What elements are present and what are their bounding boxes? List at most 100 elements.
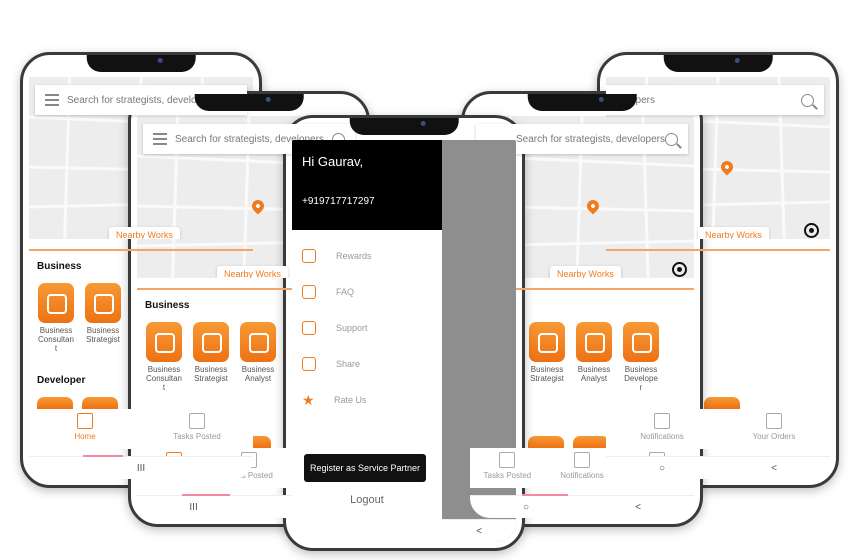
bell-icon — [654, 413, 670, 429]
service-card-analyst[interactable]: Business Analyst — [239, 322, 277, 392]
home-indicator — [182, 494, 230, 496]
service-label: Business Consultan t — [37, 326, 75, 353]
strategist-icon — [193, 322, 229, 362]
service-label: Business Develope r — [624, 365, 658, 392]
system-nav-bar: III — [29, 456, 253, 479]
nav-label: Notifications — [640, 432, 684, 441]
phone-notch — [86, 55, 196, 72]
drawer-item-support[interactable]: Support — [292, 310, 442, 346]
nav-label: Tasks Posted — [483, 471, 532, 480]
section-business: Business — [37, 261, 82, 272]
edit-icon — [499, 452, 516, 468]
nearby-works-button[interactable]: Nearby Works — [550, 266, 621, 278]
navigation-drawer: Hi Gaurav, +919717717297 Rewards FAQ Sup… — [292, 140, 442, 542]
nav-tasks-posted[interactable]: Tasks Posted — [470, 448, 545, 488]
business-cards: Business Strategist Business Analyst Bus… — [528, 322, 660, 392]
business-cards: Business Consultan t Business Strategist… — [145, 322, 277, 392]
register-service-partner-button[interactable]: Register as Service Partner — [304, 454, 426, 482]
nav-tasks-posted[interactable]: Tasks Posted — [141, 409, 253, 449]
nearby-works-button[interactable]: Nearby Works — [698, 227, 769, 239]
service-card-developer[interactable]: Business Develope r — [622, 322, 660, 392]
recent-apps-button[interactable]: III — [137, 463, 145, 474]
developer-cards[interactable] — [37, 397, 118, 409]
home-icon — [77, 413, 93, 429]
faq-icon — [302, 285, 316, 299]
service-label: Business Consultan t — [145, 365, 183, 392]
nav-label: Home — [74, 432, 96, 441]
nearby-works-button[interactable]: Nearby Works — [217, 266, 288, 278]
recent-apps-button[interactable]: III — [189, 502, 197, 513]
camera-icon — [265, 97, 271, 102]
home-button[interactable]: ○ — [523, 502, 529, 513]
drawer-item-rewards[interactable]: Rewards — [292, 238, 442, 274]
drawer-item-label: FAQ — [336, 287, 355, 297]
service-card-strategist[interactable]: Business Strategist — [192, 322, 230, 392]
accent-divider — [606, 249, 830, 251]
camera-icon — [420, 121, 426, 126]
search-bar[interactable]: Search for strategists, developers — [606, 85, 824, 115]
bell-icon — [574, 452, 590, 468]
drawer-item-label: Share — [336, 359, 361, 369]
nav-label: Notifications — [560, 471, 604, 480]
logout-button[interactable]: Logout — [292, 494, 442, 506]
service-card-strategist[interactable]: Business Strategist — [528, 322, 566, 392]
nearby-works-button[interactable]: Nearby Works — [109, 227, 180, 239]
drawer-item-label: Support — [336, 323, 368, 333]
phone-notch — [194, 94, 304, 111]
camera-icon — [598, 97, 604, 102]
drawer-item-share[interactable]: Share — [292, 346, 442, 382]
back-button[interactable]: < — [635, 502, 641, 513]
service-card-consultant[interactable]: Business Consultan t — [145, 322, 183, 392]
nav-notifications[interactable]: Notifications — [606, 409, 718, 449]
nav-label: Tasks Posted — [173, 432, 221, 441]
phone-notch — [527, 94, 637, 111]
service-card-analyst[interactable]: Business Analyst — [575, 322, 613, 392]
hamburger-menu-icon[interactable] — [153, 133, 167, 145]
service-label: Business Strategist — [194, 365, 228, 383]
user-phone: +919717717297 — [302, 196, 375, 207]
drawer-item-faq[interactable]: FAQ — [292, 274, 442, 310]
service-label: Business Analyst — [241, 365, 275, 383]
analyst-icon — [576, 322, 612, 362]
business-cards: Business Consultan t Business Strategist — [37, 283, 122, 353]
consultant-icon — [146, 322, 182, 362]
camera-icon — [157, 58, 163, 63]
bottom-nav: Home Tasks Posted — [29, 409, 253, 449]
edit-icon — [189, 413, 205, 429]
service-label: Business Strategist — [530, 365, 564, 383]
section-business: Business — [145, 300, 190, 311]
developer-icon — [623, 322, 659, 362]
orders-icon — [766, 413, 782, 429]
system-nav-bar: ○ < — [606, 456, 830, 479]
home-indicator — [83, 455, 123, 457]
user-greeting: Hi Gaurav, — [302, 154, 364, 169]
phone-notch — [349, 118, 459, 135]
share-icon — [302, 357, 316, 371]
system-nav-bar: ○ < — [470, 495, 694, 518]
nav-home[interactable]: Home — [29, 409, 141, 449]
service-label: Business Analyst — [577, 365, 611, 383]
strategist-icon — [85, 283, 121, 323]
drawer-item-rate-us[interactable]: ★ Rate Us — [292, 382, 442, 418]
camera-icon — [734, 58, 740, 63]
nav-label: Your Orders — [752, 432, 796, 441]
drawer-header: Hi Gaurav, +919717717297 — [292, 140, 442, 230]
rewards-icon — [302, 249, 316, 263]
support-icon — [302, 321, 316, 335]
bottom-nav: Notifications Your Orders — [606, 409, 830, 449]
section-developer: Developer — [37, 375, 86, 386]
back-button[interactable]: < — [476, 526, 482, 537]
nav-your-orders[interactable]: Your Orders — [718, 409, 830, 449]
home-button[interactable]: ○ — [659, 463, 665, 474]
locate-me-icon[interactable] — [672, 262, 687, 277]
drawer-item-label: Rewards — [336, 251, 372, 261]
search-icon[interactable] — [665, 132, 678, 146]
strategist-icon — [529, 322, 565, 362]
accent-divider — [29, 249, 253, 251]
search-icon[interactable] — [801, 93, 814, 107]
service-card-consultant[interactable]: Business Consultan t — [37, 283, 75, 353]
service-card-strategist[interactable]: Business Strategist — [84, 283, 122, 353]
back-button[interactable]: < — [771, 463, 777, 474]
hamburger-menu-icon[interactable] — [45, 94, 59, 106]
locate-me-icon[interactable] — [804, 223, 819, 238]
